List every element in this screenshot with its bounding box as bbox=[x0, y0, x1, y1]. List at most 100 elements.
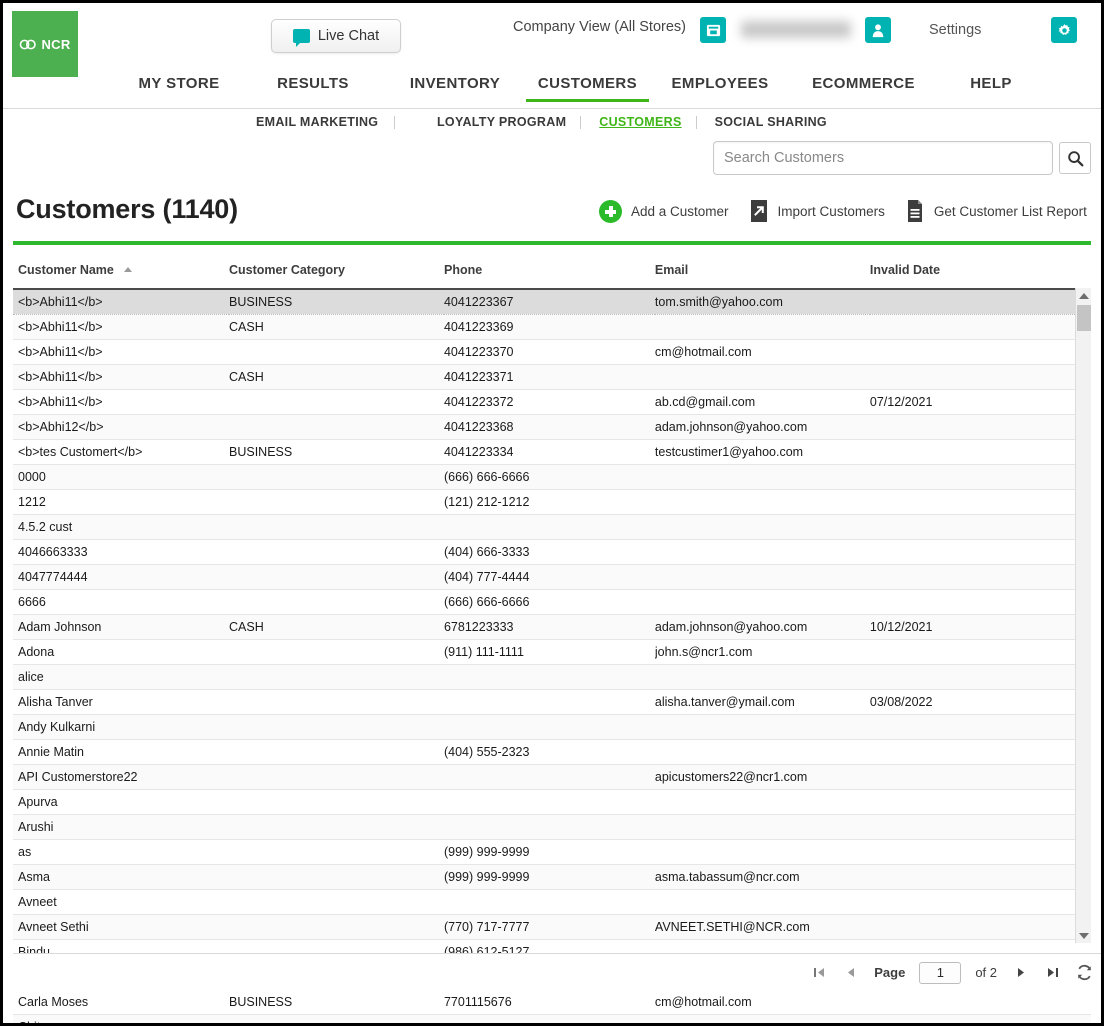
get-customer-list-report-label: Get Customer List Report bbox=[933, 203, 1087, 219]
table-row[interactable]: Apurva bbox=[13, 789, 1091, 815]
subnav-item-loyalty-program[interactable]: LOYALTY PROGRAM bbox=[437, 115, 566, 129]
scroll-up-button[interactable] bbox=[1076, 288, 1092, 303]
add-customer-button[interactable]: Add a Customer bbox=[599, 199, 729, 223]
table-row[interactable]: Adona (911) 111-1111 john.s@ncr1.com bbox=[13, 639, 1091, 665]
cell-phone: 4041223369 bbox=[443, 314, 655, 340]
get-customer-list-report-button[interactable]: Get Customer List Report bbox=[905, 199, 1087, 223]
refresh-button[interactable] bbox=[1075, 963, 1093, 983]
table-row[interactable]: <b>Abhi11</b> 4041223370 cm@hotmail.com bbox=[13, 339, 1091, 365]
table-row[interactable]: API Customerstore22 apicustomers22@ncr1.c… bbox=[13, 764, 1091, 790]
table-row[interactable]: <b>Abhi11</b> CASH 4041223371 bbox=[13, 364, 1091, 390]
search-button[interactable] bbox=[1059, 142, 1091, 174]
cell-invalid-date: 10/12/2021 bbox=[869, 614, 1091, 640]
nav-item-ecommerce[interactable]: ECOMMERCE bbox=[791, 75, 936, 99]
nav-item-employees[interactable]: EMPLOYEES bbox=[649, 75, 791, 99]
column-header-customer-category[interactable]: Customer Category bbox=[229, 253, 444, 290]
cell-email bbox=[654, 739, 870, 765]
green-divider bbox=[13, 241, 1091, 245]
page-title: Customers (1140) bbox=[16, 194, 238, 224]
cell-phone bbox=[443, 764, 655, 790]
table-row[interactable]: Carla Moses BUSINESS 7701115676 cm@hotmail.… bbox=[13, 989, 1091, 1015]
nav-item-results[interactable]: RESULTS bbox=[242, 75, 384, 99]
cell-customer-category bbox=[229, 814, 444, 840]
nav-item-customers[interactable]: CUSTOMERS bbox=[526, 75, 649, 102]
table-row[interactable]: <b>Abhi11</b> CASH 4041223369 bbox=[13, 314, 1091, 340]
cell-phone: (999) 999-9999 bbox=[443, 839, 655, 865]
search-input[interactable] bbox=[713, 141, 1053, 175]
cell-customer-category bbox=[229, 339, 444, 365]
table-row[interactable]: 0000 (666) 666-6666 bbox=[13, 464, 1091, 490]
table-row[interactable]: 4047774444 (404) 777-4444 bbox=[13, 564, 1091, 590]
table-row[interactable]: 4046663333 (404) 666-3333 bbox=[13, 539, 1091, 565]
previous-page-button[interactable] bbox=[842, 963, 860, 983]
subnav-item-email-marketing[interactable]: EMAIL MARKETING bbox=[256, 115, 380, 129]
page-title-row: Customers (1140) Add a Customer Import C… bbox=[3, 189, 1101, 247]
search-area bbox=[713, 141, 1091, 175]
table-row[interactable]: <b>tes Customert</b> BUSINESS 4041223334 te… bbox=[13, 439, 1091, 465]
cell-phone: (404) 666-3333 bbox=[443, 539, 655, 565]
nav-item-inventory[interactable]: INVENTORY bbox=[384, 75, 526, 99]
table-row[interactable]: 6666 (666) 666-6666 bbox=[13, 589, 1091, 615]
nav-item-help[interactable]: HELP bbox=[936, 75, 1046, 99]
last-page-button[interactable] bbox=[1043, 963, 1061, 983]
column-header-customer-name[interactable]: Customer Name bbox=[13, 253, 229, 290]
cell-customer-name: Annie Matin bbox=[13, 739, 229, 765]
table-row[interactable]: <b>Abhi12</b> 4041223368 adam.johnson@yaho… bbox=[13, 414, 1091, 440]
table-row[interactable]: alice bbox=[13, 664, 1091, 690]
cell-customer-name: 0000 bbox=[13, 464, 229, 490]
cell-customer-name: 4047774444 bbox=[13, 564, 229, 590]
column-header-invalid-date[interactable]: Invalid Date bbox=[869, 253, 1091, 290]
scrollbar-thumb[interactable] bbox=[1077, 305, 1091, 331]
cell-phone: 4041223372 bbox=[443, 389, 655, 415]
table-row[interactable]: Adam Johnson CASH 6781223333 adam.johnson@y… bbox=[13, 614, 1091, 640]
cell-email bbox=[654, 489, 870, 515]
table-row[interactable]: Avneet Sethi (770) 717-7777 AVNEET.SETHI@N… bbox=[13, 914, 1091, 940]
column-header-email[interactable]: Email bbox=[654, 253, 870, 290]
cell-email bbox=[654, 464, 870, 490]
table-row[interactable]: Arushi bbox=[13, 814, 1091, 840]
user-account-icon[interactable] bbox=[865, 17, 891, 43]
page-label: Page bbox=[874, 965, 906, 980]
plus-circle-icon bbox=[599, 199, 622, 223]
live-chat-button[interactable]: Live Chat bbox=[271, 19, 401, 53]
triangle-down-icon bbox=[1079, 932, 1089, 939]
settings-link[interactable]: Settings bbox=[929, 22, 981, 38]
table-row[interactable]: Andy Kulkarni bbox=[13, 714, 1091, 740]
table-row[interactable]: <b>Abhi11</b> BUSINESS 4041223367 tom.smith… bbox=[13, 289, 1091, 315]
sort-ascending-icon bbox=[124, 267, 133, 272]
gear-icon[interactable] bbox=[1051, 17, 1077, 43]
scroll-down-button[interactable] bbox=[1076, 928, 1092, 943]
table-row[interactable]: Avneet bbox=[13, 889, 1091, 915]
cell-invalid-date bbox=[869, 739, 1091, 765]
table-row[interactable]: as (999) 999-9999 bbox=[13, 839, 1091, 865]
vertical-scrollbar[interactable] bbox=[1075, 288, 1091, 943]
page-number-input[interactable] bbox=[919, 961, 962, 984]
subnav-item-social-sharing[interactable]: SOCIAL SHARING bbox=[715, 115, 827, 129]
ncr-logo[interactable]: NCR bbox=[12, 11, 78, 77]
cell-invalid-date bbox=[869, 439, 1091, 465]
next-page-button[interactable] bbox=[1011, 963, 1029, 983]
nav-item-my-store[interactable]: MY STORE bbox=[116, 75, 242, 99]
table-row[interactable]: <b>Abhi11</b> 4041223372 ab.cd@gmail.com 07… bbox=[13, 389, 1091, 415]
table-row[interactable]: Alisha Tanver alisha.tanver@ymail.com 03/0… bbox=[13, 689, 1091, 715]
store-icon[interactable] bbox=[700, 17, 726, 43]
cell-customer-name: Arushi bbox=[13, 814, 229, 840]
table-row[interactable]: Asma (999) 999-9999 asma.tabassum@ncr.com bbox=[13, 864, 1091, 890]
subnav-item-customers[interactable]: CUSTOMERS bbox=[599, 115, 681, 129]
table-row[interactable]: Chitra bbox=[13, 1014, 1091, 1023]
table-row[interactable]: 4.5.2 cust bbox=[13, 514, 1091, 540]
cell-customer-category bbox=[229, 839, 444, 865]
cell-email bbox=[654, 1014, 870, 1023]
cell-customer-category: CASH bbox=[229, 314, 444, 340]
first-page-button[interactable] bbox=[810, 963, 828, 983]
table-row[interactable]: 1212 (121) 212-1212 bbox=[13, 489, 1091, 515]
cell-phone: 4041223367 bbox=[443, 289, 655, 315]
cell-phone bbox=[443, 814, 655, 840]
import-customers-button[interactable]: Import Customers bbox=[749, 199, 885, 223]
cell-invalid-date bbox=[869, 864, 1091, 890]
column-header-phone[interactable]: Phone bbox=[443, 253, 655, 290]
add-customer-label: Add a Customer bbox=[631, 203, 729, 219]
cell-customer-name: Adona bbox=[13, 639, 229, 665]
table-row[interactable]: Annie Matin (404) 555-2323 bbox=[13, 739, 1091, 765]
cell-customer-name: Avneet Sethi bbox=[13, 914, 229, 940]
